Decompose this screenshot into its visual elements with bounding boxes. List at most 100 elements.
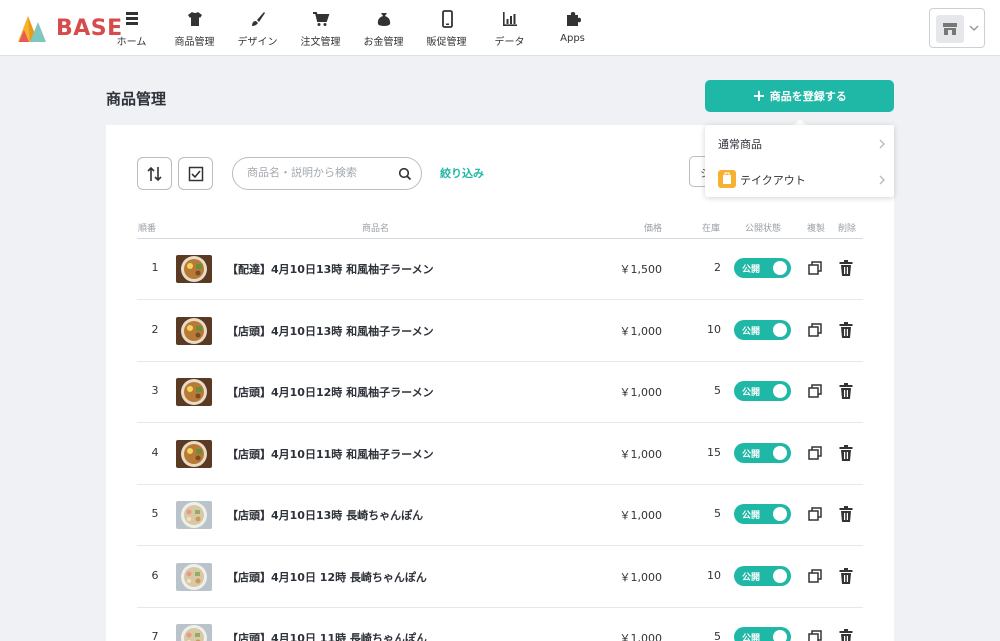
product-name-link[interactable]: 【店頭】4月10日11時 和風柚子ラーメン xyxy=(227,446,434,462)
product-stock: 15 xyxy=(707,445,721,459)
nav-item-data[interactable]: データ xyxy=(478,0,541,56)
copy-icon[interactable] xyxy=(808,507,822,524)
product-name-link[interactable]: 【店頭】4月10日13時 和風柚子ラーメン xyxy=(227,323,434,339)
nav-item-products[interactable]: 商品管理 xyxy=(163,0,226,56)
shop-switcher[interactable] xyxy=(929,8,985,48)
row-number: 3 xyxy=(151,384,159,397)
filter-link[interactable]: 絞り込み xyxy=(440,165,484,181)
dropdown-item-label: テイクアウト xyxy=(740,174,806,187)
publish-toggle[interactable]: 公開 xyxy=(734,381,791,401)
copy-icon[interactable] xyxy=(808,384,822,401)
product-name-link[interactable]: 【店頭】4月10日 11時 長崎ちゃんぽん xyxy=(227,630,427,641)
nav-item-home[interactable]: ホーム xyxy=(100,0,163,56)
nav-label: お金管理 xyxy=(363,37,404,48)
product-name-link[interactable]: 【配達】4月10日13時 和風柚子ラーメン xyxy=(227,261,434,277)
header-stock: 在庫 xyxy=(702,224,721,234)
takeout-bag-icon xyxy=(718,170,736,188)
table-row[interactable]: 7 【店頭】4月10日 11時 長崎ちゃんぽん ￥1,000 5 公開 xyxy=(137,608,863,641)
row-number: 1 xyxy=(151,261,159,274)
table-row[interactable]: 4 【店頭】4月10日11時 和風柚子ラーメン ￥1,000 15 公開 xyxy=(137,424,863,485)
money-bag-icon xyxy=(377,13,390,26)
publish-toggle[interactable]: 公開 xyxy=(734,504,791,524)
nav-item-apps[interactable]: Apps xyxy=(541,0,604,56)
home-list-icon xyxy=(125,12,138,25)
tent-logo-icon xyxy=(18,16,46,42)
plus-icon: + xyxy=(752,86,766,105)
product-thumbnail[interactable] xyxy=(176,562,212,591)
product-thumbnail[interactable] xyxy=(176,624,212,641)
shirt-icon xyxy=(187,12,202,26)
product-price: ￥1,000 xyxy=(619,324,663,338)
sort-arrows-icon xyxy=(146,166,162,181)
base-logo[interactable]: BASE xyxy=(16,12,122,44)
product-price: ￥1,500 xyxy=(619,263,663,276)
toggle-knob xyxy=(773,384,787,398)
product-thumbnail[interactable] xyxy=(176,378,212,406)
puzzle-icon xyxy=(566,12,581,26)
toggle-knob xyxy=(773,568,787,583)
copy-icon[interactable] xyxy=(808,568,822,586)
trash-icon[interactable] xyxy=(839,321,853,341)
bar-chart-icon xyxy=(502,12,517,26)
trash-icon[interactable] xyxy=(839,444,853,464)
trash-icon[interactable] xyxy=(839,629,853,641)
publish-toggle[interactable]: 公開 xyxy=(734,258,791,278)
table-row[interactable]: 1 【配達】4月10日13時 和風柚子ラーメン ￥1,500 2 公開 xyxy=(137,239,863,300)
copy-icon[interactable] xyxy=(808,630,822,641)
trash-icon[interactable] xyxy=(839,260,853,279)
product-stock: 10 xyxy=(707,568,721,582)
table-row[interactable]: 2 【店頭】4月10日13時 和風柚子ラーメン ￥1,000 10 公開 xyxy=(137,301,863,362)
header-status: 公開状態 xyxy=(745,224,782,234)
sort-button[interactable] xyxy=(137,157,172,190)
table-row[interactable]: 6 【店頭】4月10日 12時 長崎ちゃんぽん ￥1,000 10 公開 xyxy=(137,547,863,608)
header-copy: 複製 xyxy=(807,224,826,234)
product-name-link[interactable]: 【店頭】4月10日13時 長崎ちゃんぽん xyxy=(227,507,423,523)
product-stock: 5 xyxy=(714,384,721,397)
publish-toggle[interactable]: 公開 xyxy=(734,627,791,641)
product-thumbnail[interactable] xyxy=(176,316,212,345)
nav-label: ホーム xyxy=(116,37,147,48)
publish-toggle-label: 公開 xyxy=(742,449,761,460)
product-thumbnail[interactable] xyxy=(176,255,212,283)
publish-toggle[interactable]: 公開 xyxy=(734,565,791,586)
nav-item-promotion[interactable]: 販促管理 xyxy=(415,0,478,56)
copy-icon[interactable] xyxy=(808,322,822,340)
trash-icon[interactable] xyxy=(839,383,853,402)
copy-icon[interactable] xyxy=(808,261,822,278)
nav-item-design[interactable]: デザイン xyxy=(226,0,289,56)
publish-toggle[interactable]: 公開 xyxy=(734,442,791,463)
register-type-dropdown: 通常商品 テイクアウト xyxy=(705,125,894,197)
product-thumbnail[interactable] xyxy=(176,439,212,468)
nav-label: 商品管理 xyxy=(174,37,215,48)
product-price: ￥1,000 xyxy=(619,570,663,584)
chevron-right-icon xyxy=(879,175,885,185)
table-row[interactable]: 3 【店頭】4月10日12時 和風柚子ラーメン ￥1,000 5 公開 xyxy=(137,362,863,423)
row-number: 5 xyxy=(151,507,159,520)
search-icon[interactable] xyxy=(398,167,412,181)
product-name-link[interactable]: 【店頭】4月10日12時 和風柚子ラーメン xyxy=(227,384,434,400)
nav-item-orders[interactable]: 注文管理 xyxy=(289,0,352,56)
row-number: 6 xyxy=(151,568,159,582)
bulk-select-button[interactable] xyxy=(178,157,213,190)
publish-toggle[interactable]: 公開 xyxy=(734,319,791,340)
nav-item-money[interactable]: お金管理 xyxy=(352,0,415,56)
brush-icon xyxy=(251,12,265,26)
top-header: BASE ホーム 商品管理 デザイン 注文管理 お金管理 販促管理 データ Ap… xyxy=(0,0,1000,56)
header-price: 価格 xyxy=(644,224,663,234)
product-thumbnail[interactable] xyxy=(176,501,212,529)
table-row[interactable]: 5 【店頭】4月10日13時 長崎ちゃんぽん ￥1,000 5 公開 xyxy=(137,485,863,546)
dropdown-item-standard[interactable]: 通常商品 xyxy=(705,125,894,161)
search-input[interactable] xyxy=(247,166,392,179)
page-title: 商品管理 xyxy=(106,90,167,108)
trash-icon[interactable] xyxy=(839,506,853,525)
trash-icon[interactable] xyxy=(839,567,853,587)
product-stock: 10 xyxy=(707,322,721,336)
register-product-button[interactable]: + 商品を登録する xyxy=(705,80,894,112)
copy-icon[interactable] xyxy=(808,445,822,463)
publish-toggle-label: 公開 xyxy=(742,326,761,337)
row-number: 2 xyxy=(151,322,159,336)
dropdown-item-takeout[interactable]: テイクアウト xyxy=(705,161,894,197)
product-name-link[interactable]: 【店頭】4月10日 12時 長崎ちゃんぽん xyxy=(227,569,427,585)
phone-icon xyxy=(441,10,453,28)
nav-label: デザイン xyxy=(237,37,278,48)
